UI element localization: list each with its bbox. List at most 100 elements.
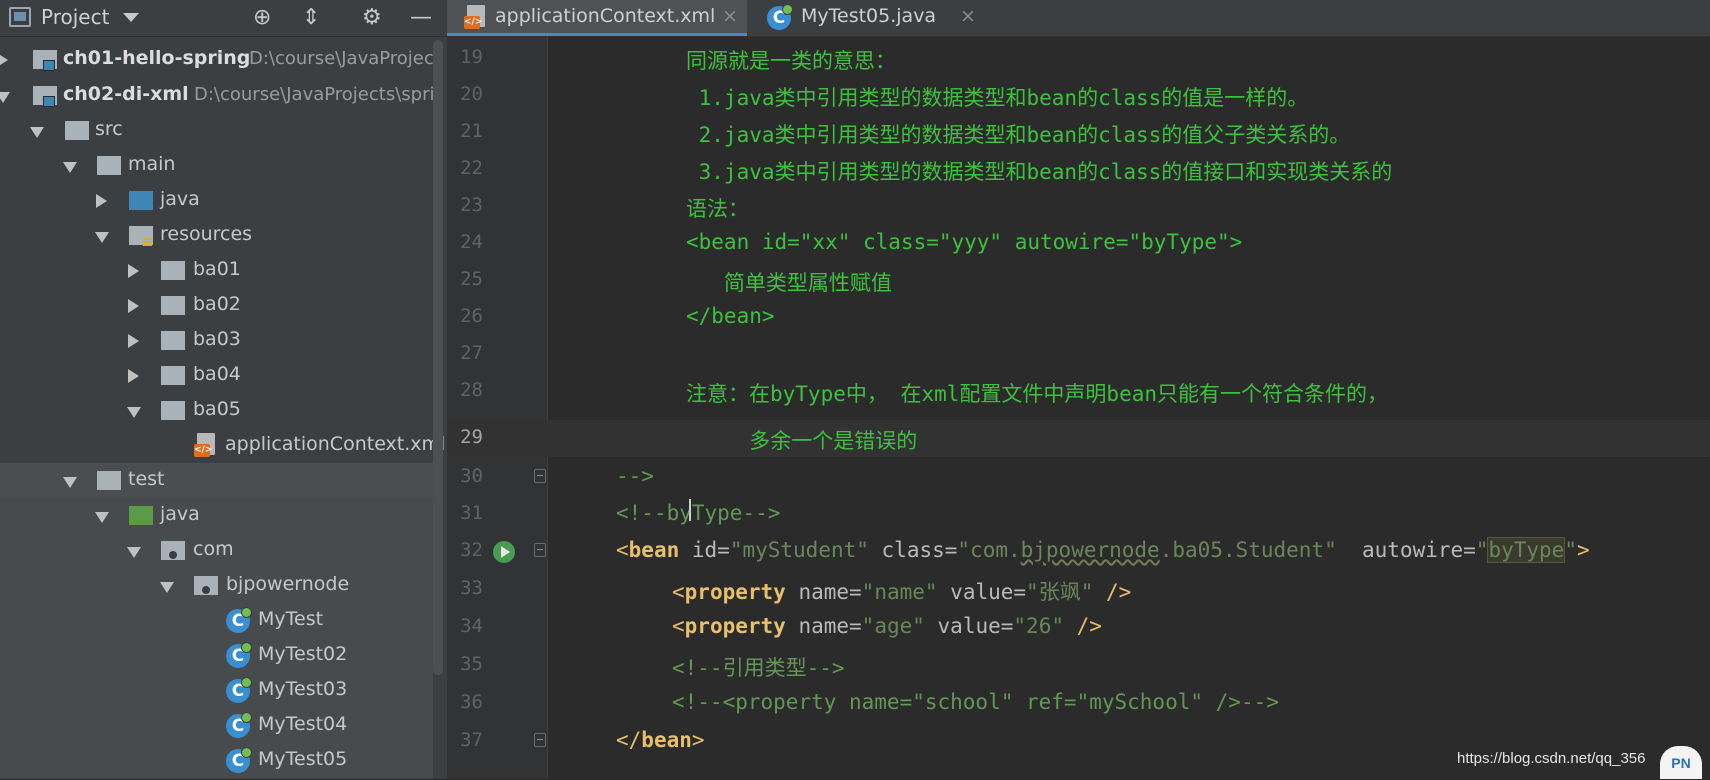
- expand-arrow-icon[interactable]: [128, 264, 139, 278]
- close-tab-icon[interactable]: ×: [960, 5, 976, 27]
- collapse-arrow-icon[interactable]: [160, 582, 174, 593]
- code-text[interactable]: 语法：: [686, 193, 749, 223]
- tree-item-mytest[interactable]: C MyTest: [0, 603, 433, 638]
- tree-item-ba04[interactable]: ba04: [0, 358, 433, 393]
- spring-bean-gutter-icon[interactable]: [493, 541, 515, 563]
- expand-arrow-icon[interactable]: [128, 334, 139, 348]
- code-text[interactable]: <property name="age" value="26" />: [672, 614, 1102, 638]
- tree-item-main-java[interactable]: java: [0, 183, 433, 218]
- locate-target-icon[interactable]: ⊕: [253, 5, 271, 31]
- package-dot-icon: [169, 551, 177, 559]
- collapse-arrow-icon[interactable]: [95, 512, 109, 523]
- code-text[interactable]: <!--引用类型-->: [672, 652, 845, 682]
- tree-item-ch01-hello-spring[interactable]: ch01-hello-spring D:\course\JavaProjec: [0, 42, 434, 77]
- collapse-arrow-icon[interactable]: [30, 127, 44, 138]
- watermark-url: https://blog.csdn.net/qq_356: [1457, 750, 1646, 767]
- tree-item-test[interactable]: test: [0, 463, 433, 498]
- tree-item-main[interactable]: main: [0, 148, 433, 183]
- expand-arrow-icon[interactable]: [128, 299, 139, 313]
- code-text[interactable]: 1.java类中引用类型的数据类型和bean的class的值是一样的。: [686, 82, 1309, 112]
- tree-item-src[interactable]: src: [0, 113, 433, 148]
- folder-icon: [161, 261, 185, 280]
- tree-item-mytest04[interactable]: C MyTest04: [0, 708, 433, 743]
- code-text[interactable]: </bean>: [686, 304, 775, 328]
- code-line-22: 22 3.java类中引用类型的数据类型和bean的class的值接口和实现类关…: [447, 151, 1710, 188]
- fold-marker-icon[interactable]: [534, 733, 546, 747]
- collapse-arrow-icon[interactable]: [63, 477, 77, 488]
- line-number: 27: [460, 342, 483, 364]
- tree-item-bjpowernode[interactable]: bjpowernode: [0, 568, 433, 603]
- collapse-arrow-icon[interactable]: [127, 547, 141, 558]
- line-number: 28: [460, 379, 483, 401]
- expand-arrow-icon[interactable]: [0, 53, 8, 67]
- code-text[interactable]: <bean id="xx" class="yyy" autowire="byTy…: [686, 230, 1242, 254]
- test-source-folder-icon: [129, 506, 153, 525]
- line-number: 33: [460, 577, 483, 599]
- fold-marker-icon[interactable]: [534, 469, 546, 483]
- code-text[interactable]: 注意：在byType中， 在xml配置文件中声明bean只能有一个符合条件的，: [686, 378, 1388, 408]
- code-line-26: 26 </bean>: [447, 299, 1710, 336]
- tree-item-com[interactable]: com: [0, 533, 433, 568]
- line-number: 36: [460, 691, 483, 713]
- tree-item-ba03[interactable]: ba03: [0, 323, 433, 358]
- tree-item-mytest02[interactable]: C MyTest02: [0, 638, 433, 673]
- code-text[interactable]: </bean>: [616, 728, 705, 752]
- project-window-icon: [9, 7, 31, 27]
- code-text[interactable]: <bean id="myStudent" class="com.bjpowern…: [616, 537, 1590, 563]
- tree-item-label: applicationContext.xml: [225, 433, 446, 455]
- expand-arrow-icon[interactable]: [128, 369, 139, 383]
- tree-item-ba05[interactable]: ba05: [0, 393, 433, 428]
- java-class-icon: C: [767, 4, 793, 30]
- code-text[interactable]: 多余一个是错误的: [686, 425, 917, 455]
- tree-item-ba01[interactable]: ba01: [0, 253, 433, 288]
- editor-tab-bar: </> applicationContext.xml × C MyTest05.…: [447, 0, 1710, 37]
- code-text[interactable]: <!--<property name="school" ref="mySchoo…: [672, 690, 1279, 714]
- code-text[interactable]: 2.java类中引用类型的数据类型和bean的class的值父子类关系的。: [686, 119, 1351, 149]
- tree-item-mytest05[interactable]: C MyTest05: [0, 743, 433, 778]
- java-class-icon: C: [226, 747, 252, 773]
- code-line-24: 24 <bean id="xx" class="yyy" autowire="b…: [447, 225, 1710, 262]
- tab-label: MyTest05.java: [801, 5, 937, 27]
- code-editor[interactable]: </> applicationContext.xml × C MyTest05.…: [447, 0, 1710, 779]
- collapse-arrow-icon[interactable]: [63, 162, 77, 173]
- tab-mytest05-java[interactable]: C MyTest05.java ×: [749, 0, 989, 36]
- tree-item-label: java: [160, 503, 200, 525]
- tree-item-ch02-di-xml[interactable]: ch02-di-xml D:\course\JavaProjects\spri: [0, 78, 435, 113]
- fold-marker-icon[interactable]: [534, 543, 546, 557]
- close-tab-icon[interactable]: ×: [722, 5, 738, 27]
- tree-item-test-java[interactable]: java: [0, 498, 433, 533]
- code-line-33: 33 <property name="name" value="张飒" />: [447, 571, 1710, 608]
- code-line-20: 20 1.java类中引用类型的数据类型和bean的class的值是一样的。: [447, 77, 1710, 114]
- code-text[interactable]: 简单类型属性赋值: [686, 267, 892, 297]
- tree-item-applicationcontext-xml[interactable]: </> applicationContext.xml: [0, 428, 445, 463]
- line-number: 32: [460, 539, 483, 561]
- tree-item-mytest03[interactable]: C MyTest03: [0, 673, 433, 708]
- code-text[interactable]: <property name="name" value="张飒" />: [672, 576, 1131, 606]
- tab-applicationcontext-xml[interactable]: </> applicationContext.xml ×: [447, 0, 747, 36]
- code-text[interactable]: <!--byType-->: [616, 501, 780, 525]
- project-panel-title[interactable]: Project: [41, 5, 109, 29]
- collapse-arrow-icon[interactable]: [95, 232, 109, 243]
- code-text[interactable]: -->: [616, 464, 654, 488]
- code-text[interactable]: 同源就是一类的意思：: [686, 45, 896, 75]
- settings-gear-icon[interactable]: ⚙: [362, 5, 382, 31]
- line-number: 30: [460, 465, 483, 487]
- code-line-21: 21 2.java类中引用类型的数据类型和bean的class的值父子类关系的。: [447, 114, 1710, 151]
- tree-item-path: D:\course\JavaProjects\spri: [194, 84, 435, 105]
- collapse-all-icon[interactable]: ⇕: [302, 5, 320, 31]
- code-line-19: 19 同源就是一类的意思：: [447, 40, 1710, 77]
- expand-arrow-icon[interactable]: [96, 194, 107, 208]
- code-line-29-current: 29 多余一个是错误的: [447, 420, 1710, 457]
- collapse-arrow-icon[interactable]: [127, 407, 141, 418]
- tree-item-resources[interactable]: resources: [0, 218, 433, 253]
- hide-panel-icon[interactable]: —: [410, 5, 432, 31]
- view-dropdown-chevron-icon[interactable]: [123, 13, 139, 22]
- tree-scrollbar[interactable]: [433, 40, 443, 675]
- line-number: 24: [460, 231, 483, 253]
- folder-icon: [161, 331, 185, 350]
- collapse-arrow-icon[interactable]: [0, 92, 10, 103]
- tree-item-ba02[interactable]: ba02: [0, 288, 433, 323]
- module-badge-icon: [43, 60, 55, 71]
- java-class-icon: C: [226, 607, 252, 633]
- code-text[interactable]: 3.java类中引用类型的数据类型和bean的class的值接口和实现类关系的: [686, 156, 1393, 186]
